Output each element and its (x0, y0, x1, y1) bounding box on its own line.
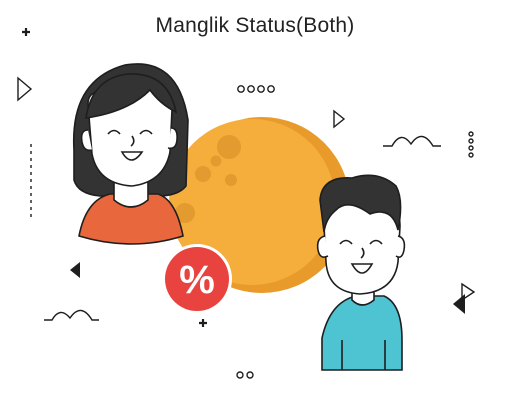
plus-icon (199, 319, 207, 327)
cloud-icon (383, 135, 441, 147)
man-avatar-icon (316, 174, 406, 371)
percent-badge-icon: % (162, 244, 232, 314)
cloud-icon (44, 309, 99, 321)
triangle-icon (17, 76, 33, 102)
triangle-icon (333, 109, 346, 129)
plus-icon (22, 28, 30, 36)
percent-symbol: % (179, 258, 215, 302)
triangle-filled-icon (70, 262, 80, 278)
woman-avatar-icon (72, 63, 189, 245)
illustration: % (17, 28, 476, 379)
dots-column (468, 131, 474, 158)
triangle-filled-icon (453, 294, 465, 314)
dots-row (237, 85, 275, 93)
